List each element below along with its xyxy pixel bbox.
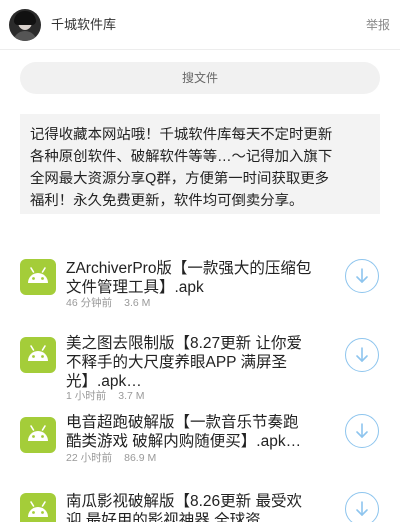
download-button[interactable] (345, 492, 379, 522)
download-button[interactable] (345, 414, 379, 448)
file-item[interactable]: 南瓜影视破解版【8.26更新 最受欢 迎 最好用的影视神器 全球资 (0, 478, 400, 522)
file-title[interactable]: 电音超跑破解版【一款音乐节奏跑 酷类游戏 破解内购随便买】.apk… (66, 413, 336, 451)
download-arrow-icon (356, 347, 368, 362)
file-title[interactable]: ZArchiverPro版【一款强大的压缩包 文件管理工具】.apk (66, 259, 336, 297)
avatar-hair-shape (14, 11, 36, 25)
file-size: 86.9 M (124, 452, 157, 464)
notice-line: 全网最大资源分享Q群，方便第一时间获取更多 (30, 171, 330, 187)
file-size: 3.6 M (124, 297, 151, 309)
site-avatar[interactable] (9, 9, 41, 41)
file-title-line: 文件管理工具】.apk (66, 279, 204, 296)
site-name[interactable]: 千城软件库 (51, 16, 116, 34)
android-robot-glyph (28, 425, 48, 441)
android-robot-glyph (28, 501, 48, 517)
file-time: 46 分钟前 (66, 297, 113, 309)
android-icon (20, 417, 56, 453)
android-icon (20, 337, 56, 373)
file-meta: 46 分钟前 3.6 M (66, 296, 150, 310)
file-title-line: ZArchiverPro版【一款强大的压缩包 (66, 260, 312, 277)
download-arrow-icon (356, 423, 368, 438)
download-arrow-icon (356, 268, 368, 283)
file-item[interactable]: ZArchiverPro版【一款强大的压缩包 文件管理工具】.apk 46 分钟… (0, 240, 400, 316)
file-title-line: 电音超跑破解版【一款音乐节奏跑 (66, 414, 299, 431)
file-title[interactable]: 南瓜影视破解版【8.26更新 最受欢 迎 最好用的影视神器 全球资 (66, 492, 336, 522)
download-button[interactable] (345, 338, 379, 372)
download-button[interactable] (345, 259, 379, 293)
notice-line: 记得收藏本网站哦！千城软件库每天不定时更新 (30, 127, 333, 143)
file-title-line: 南瓜影视破解版【8.26更新 最受欢 (66, 493, 302, 510)
search-file-button[interactable]: 搜文件 (20, 62, 380, 94)
file-meta: 22 小时前 86.9 M (66, 451, 156, 465)
file-title-line: 美之图去限制版【8.27更新 让你爱 (66, 335, 302, 352)
file-title[interactable]: 美之图去限制版【8.27更新 让你爱 不释手的大尺度养眼APP 满屏圣 光】.a… (66, 334, 336, 391)
notice-box: 记得收藏本网站哦！千城软件库每天不定时更新 各种原创软件、破解软件等等…～记得加… (20, 114, 380, 214)
android-robot-glyph (28, 345, 48, 361)
top-bar: 千城软件库 举报 (0, 0, 400, 50)
notice-line: 各种原创软件、破解软件等等…～记得加入旗下 (30, 149, 333, 165)
avatar-body-shape (13, 31, 37, 41)
android-icon (20, 259, 56, 295)
file-title-line: 不释手的大尺度养眼APP 满屏圣 (66, 354, 288, 371)
file-time: 22 小时前 (66, 452, 113, 464)
android-icon (20, 493, 56, 522)
file-item[interactable]: 电音超跑破解版【一款音乐节奏跑 酷类游戏 破解内购随便买】.apk… 22 小时… (0, 398, 400, 474)
file-title-line: 迎 最好用的影视神器 全球资 (66, 512, 261, 522)
file-item[interactable]: 美之图去限制版【8.27更新 让你爱 不释手的大尺度养眼APP 满屏圣 光】.a… (0, 318, 400, 402)
file-title-line: 酷类游戏 破解内购随便买】.apk… (66, 433, 302, 450)
download-arrow-icon (356, 501, 368, 516)
android-robot-glyph (28, 267, 48, 283)
notice-line: 福利！永久免费更新，软件均可倒卖分享。 (30, 193, 304, 209)
report-link[interactable]: 举报 (366, 16, 390, 34)
